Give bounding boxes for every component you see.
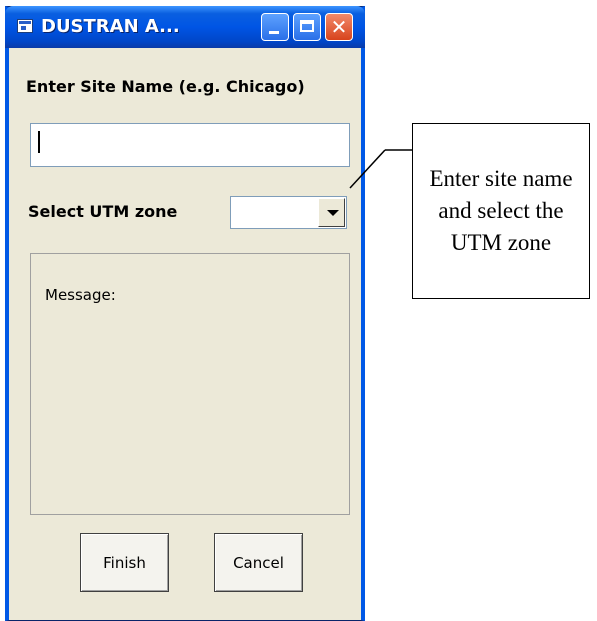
annotation-callout: Enter site name and select the UTM zone — [412, 123, 590, 299]
callout-leader-line — [349, 149, 412, 189]
